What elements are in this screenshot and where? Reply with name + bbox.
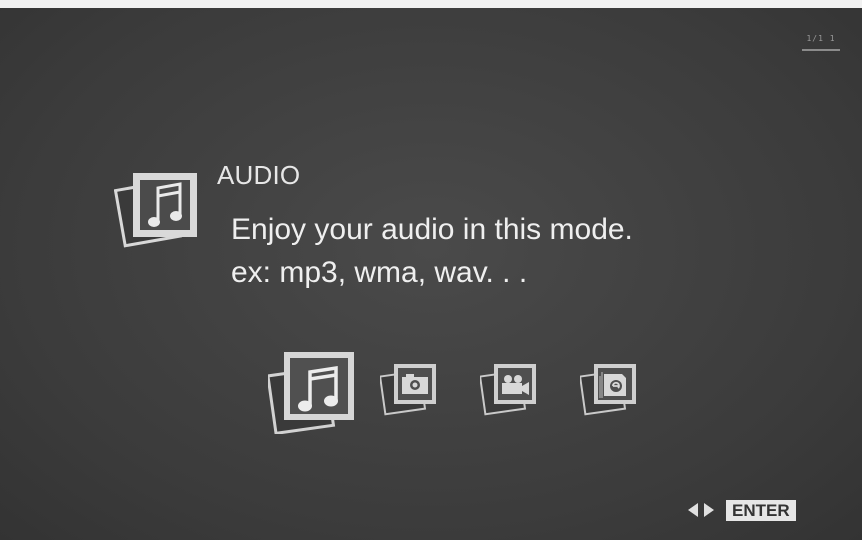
- media-mode-screen: 1/1 1 AUDIO Enjoy your audio in this mod…: [0, 0, 862, 540]
- mode-description-line1: Enjoy your audio in this mode.: [231, 213, 633, 246]
- status-badge: 1/1 1: [802, 34, 840, 54]
- mode-title: AUDIO: [217, 160, 301, 190]
- right-arrow-icon: [704, 503, 714, 517]
- status-badge-underline: [802, 49, 840, 51]
- mode-description: Enjoy your audio in this mode. ex: mp3, …: [231, 208, 633, 294]
- mode-selector: [268, 348, 668, 438]
- camera-icon: [402, 374, 428, 394]
- status-badge-text: 1/1 1: [806, 34, 836, 43]
- left-arrow-icon: [688, 503, 698, 517]
- ebook-mode-button[interactable]: [580, 358, 642, 416]
- audio-mode-large-icon: [114, 173, 197, 248]
- mode-description-line2: ex: mp3, wma, wav. . .: [231, 256, 528, 289]
- navigation-hint: ENTER: [688, 499, 796, 521]
- enter-key-label: ENTER: [726, 499, 796, 521]
- photo-mode-button[interactable]: [380, 358, 442, 416]
- audio-mode-button[interactable]: [268, 348, 358, 434]
- video-mode-button[interactable]: [480, 358, 542, 416]
